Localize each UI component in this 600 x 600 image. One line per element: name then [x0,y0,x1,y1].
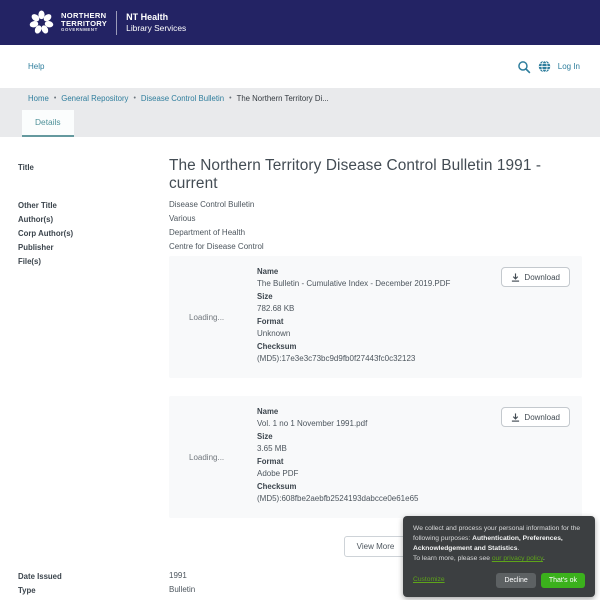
file-card: Loading... Name The Bulletin - Cumulativ… [169,256,582,378]
breadcrumb-disease-control-bulletin[interactable]: Disease Control Bulletin [141,94,224,103]
breadcrumb-general-repository[interactable]: General Repository [61,94,128,103]
cookie-actions: Customize Decline That's ok [413,573,585,588]
breadcrumb-home[interactable]: Home [28,94,49,103]
file-fields: Name Vol. 1 no 1 November 1991.pdf Size … [247,407,501,507]
file-name-value: The Bulletin - Cumulative Index - Decemb… [257,279,501,288]
cookie-message: We collect and process your personal inf… [413,524,585,564]
files-label: File(s) [18,256,169,567]
breadcrumb-current-item: The Northern Territory Di... [237,94,329,103]
login-link[interactable]: Log In [558,62,580,71]
help-link[interactable]: Help [28,62,44,71]
breadcrumb-separator: • [133,95,135,102]
customize-link[interactable]: Customize [413,575,445,585]
file-format-value: Unknown [257,329,501,338]
view-more-button[interactable]: View More [344,536,408,557]
file-checksum-label: Checksum [257,482,501,491]
file-size-value: 3.65 MB [257,444,501,453]
file-checksum-value: (MD5):608fbe2aebfb2524193dabcce0e61e65 [257,494,501,503]
site-line1: NT Health [126,12,186,23]
org-line3: GOVERNMENT [61,28,107,33]
nt-government-logo[interactable]: NORTHERN TERRITORY GOVERNMENT [28,9,107,36]
file-card: Loading... Name Vol. 1 no 1 November 199… [169,396,582,518]
file-checksum-label: Checksum [257,342,501,351]
file-format-label: Format [257,457,501,466]
download-button-label: Download [524,413,560,422]
title-label: Title [18,157,169,193]
corp-authors-value: Department of Health [169,228,582,238]
meta-row-title: Title The Northern Territory Disease Con… [18,157,582,193]
file-name-label: Name [257,407,501,416]
breadcrumb-separator: • [229,95,231,102]
app-header: NORTHERN TERRITORY GOVERNMENT NT Health … [0,0,600,45]
decline-button[interactable]: Decline [496,573,535,588]
file-format-value: Adobe PDF [257,469,501,478]
file-thumbnail-placeholder: Loading... [181,267,247,367]
download-icon [511,413,520,422]
tab-details[interactable]: Details [22,110,74,137]
meta-row-other-title: Other Title Disease Control Bulletin [18,200,582,210]
search-icon[interactable] [517,60,531,74]
other-title-value: Disease Control Bulletin [169,200,582,210]
publisher-value: Centre for Disease Control [169,242,582,252]
publisher-label: Publisher [18,242,169,252]
site-name[interactable]: NT Health Library Services [126,12,186,34]
download-button-label: Download [524,273,560,282]
download-button[interactable]: Download [501,267,570,287]
download-icon [511,273,520,282]
tab-row: Details [0,110,600,137]
corp-authors-label: Corp Author(s) [18,228,169,238]
breadcrumb-strip: Home • General Repository • Disease Cont… [0,88,600,137]
file-size-label: Size [257,292,501,301]
logo-divider [116,11,117,35]
meta-row-corp-authors: Corp Author(s) Department of Health [18,228,582,238]
cookie-buttons: Decline That's ok [496,573,585,588]
file-size-value: 782.68 KB [257,304,501,313]
org-name: NORTHERN TERRITORY GOVERNMENT [61,12,107,32]
breadcrumb-separator: • [54,95,56,102]
meta-row-publisher: Publisher Centre for Disease Control [18,242,582,252]
utility-bar: Help Log In [0,45,600,88]
file-fields: Name The Bulletin - Cumulative Index - D… [247,267,501,367]
file-checksum-value: (MD5):17e3e3c73bc9d9fb0f27443fc0c32123 [257,354,501,363]
file-name-label: Name [257,267,501,276]
file-name-value: Vol. 1 no 1 November 1991.pdf [257,419,501,428]
cookie-learn-more-prefix: To learn more, please see [413,555,492,562]
authors-label: Author(s) [18,214,169,224]
cookie-message-period: . [517,545,519,552]
file-thumbnail-placeholder: Loading... [181,407,247,507]
other-title-label: Other Title [18,200,169,210]
thumbnail-loading-text: Loading... [181,453,224,462]
site-line2: Library Services [126,23,186,34]
privacy-policy-link[interactable]: our privacy policy [492,555,543,562]
date-issued-label: Date Issued [18,571,169,581]
file-size-label: Size [257,432,501,441]
download-button[interactable]: Download [501,407,570,427]
breadcrumb: Home • General Repository • Disease Cont… [0,94,600,103]
page-title: The Northern Territory Disease Control B… [169,157,582,193]
file-format-label: Format [257,317,501,326]
meta-row-authors: Author(s) Various [18,214,582,224]
utility-right: Log In [517,60,580,74]
type-label: Type [18,585,169,595]
cookie-learn-more-period: . [543,555,545,562]
cookie-consent-banner: We collect and process your personal inf… [403,516,595,597]
globe-icon[interactable] [538,60,551,73]
nt-flower-icon [28,9,55,36]
accept-button[interactable]: That's ok [541,573,585,588]
authors-value: Various [169,214,582,224]
thumbnail-loading-text: Loading... [181,313,224,322]
